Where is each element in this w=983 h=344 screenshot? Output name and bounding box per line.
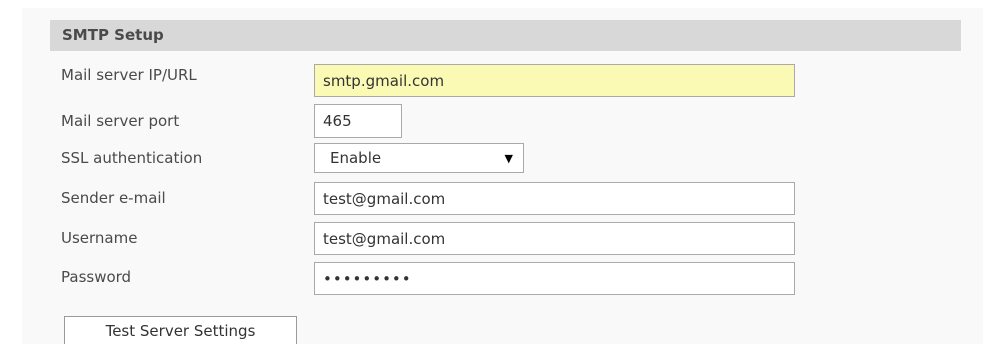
mail-server-input[interactable] xyxy=(314,64,795,97)
mail-server-port-label: Mail server port xyxy=(61,112,180,130)
mail-server-label: Mail server IP/URL xyxy=(61,66,197,84)
username-label: Username xyxy=(61,229,138,247)
dropdown-arrow-icon: ▼ xyxy=(504,151,513,165)
sender-email-input[interactable] xyxy=(314,182,795,215)
sender-email-label: Sender e-mail xyxy=(61,189,166,207)
mail-server-port-input[interactable] xyxy=(314,104,402,138)
ssl-authentication-label: SSL authentication xyxy=(61,149,203,167)
password-label: Password xyxy=(61,268,132,286)
ssl-authentication-select[interactable]: Enable ▼ xyxy=(314,143,524,173)
smtp-settings-page: SMTP Setup Mail server IP/URL Mail serve… xyxy=(0,0,983,344)
password-input[interactable] xyxy=(314,262,795,295)
section-title: SMTP Setup xyxy=(50,20,961,51)
username-input[interactable] xyxy=(314,222,795,255)
test-server-settings-button[interactable]: Test Server Settings xyxy=(64,316,297,344)
ssl-selected-value: Enable xyxy=(330,149,382,167)
